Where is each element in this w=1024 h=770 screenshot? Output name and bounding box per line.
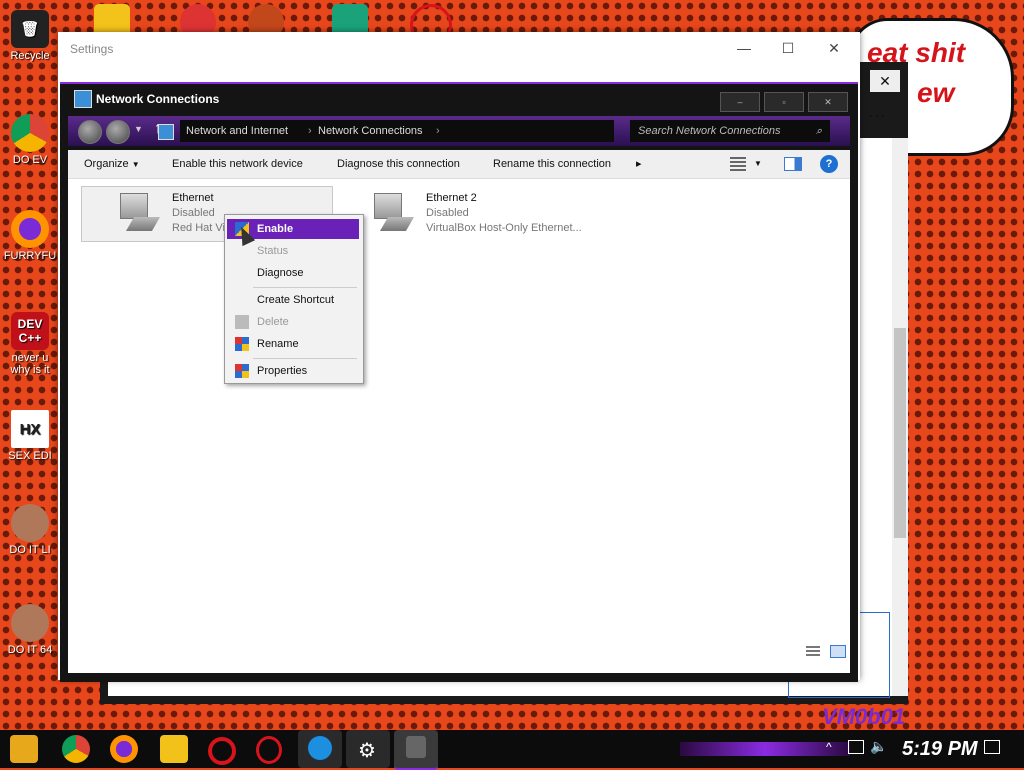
connection-adapter: VirtualBox Host-Only Ethernet...	[426, 222, 582, 234]
recycle-bin-icon: 🗑	[11, 10, 49, 48]
connection-item-ethernet-2[interactable]: Ethernet 2 Disabled VirtualBox Host-Only…	[336, 187, 586, 241]
breadcrumb-item-network-internet[interactable]: Network and Internet	[186, 120, 288, 142]
settings-close-button[interactable]: ✕	[824, 38, 844, 58]
chevron-down-icon: ▼	[131, 160, 140, 169]
settings-taskbar-button[interactable]: ⚙	[346, 730, 390, 768]
minimize-button[interactable]: –	[720, 92, 760, 112]
opera-gx-icon[interactable]	[256, 736, 282, 764]
connection-status: Disabled	[172, 207, 215, 219]
tray-chevron-icon[interactable]: ^	[826, 740, 832, 754]
help-icon[interactable]: ?	[820, 155, 838, 173]
connections-list: Ethernet Disabled Red Hat Vir Ethernet 2…	[68, 179, 850, 673]
settings-gear-icon: ⚙	[358, 740, 376, 762]
connection-adapter: Red Hat Vir	[172, 222, 229, 234]
clock[interactable]: 5:19 PM	[902, 738, 978, 761]
bg-scrollbar-thumb[interactable]	[894, 328, 906, 538]
bg-close-button[interactable]: ✕	[870, 70, 900, 92]
large-icons-view-icon[interactable]	[830, 645, 846, 658]
desktop-icon-firefox[interactable]: FURRYFU	[2, 210, 58, 262]
settings-title: Settings	[70, 42, 114, 56]
file-explorer-icon[interactable]	[160, 735, 188, 763]
menu-separator	[253, 287, 357, 288]
desktop-icon-recycle[interactable]: 🗑 Recycle	[2, 10, 58, 62]
address-bar: ▼ ↑ Network and Internet › Network Conne…	[68, 116, 850, 146]
breadcrumb-expand-icon[interactable]: ›	[436, 120, 440, 142]
enable-device-button[interactable]: Enable this network device	[172, 150, 303, 178]
edge-icon	[308, 736, 332, 760]
menu-item-delete[interactable]: Delete	[227, 312, 359, 332]
settings-minimize-button[interactable]: —	[734, 38, 754, 58]
notifications-icon[interactable]	[984, 740, 1000, 754]
portrait-icon	[11, 504, 49, 542]
connection-name: Ethernet 2	[426, 192, 477, 204]
menu-item-diagnose[interactable]: Diagnose	[227, 263, 359, 283]
menu-item-properties[interactable]: Properties	[227, 361, 359, 381]
chrome-icon	[11, 114, 49, 152]
view-dropdown-icon[interactable]: ▼	[754, 150, 762, 178]
preview-pane-icon[interactable]	[784, 157, 802, 171]
breadcrumb-separator-icon: ›	[308, 125, 312, 137]
connection-status: Disabled	[426, 207, 469, 219]
details-view-icon[interactable]	[806, 646, 820, 656]
network-adapter-icon	[118, 191, 161, 235]
search-input[interactable]: Search Network Connections ⌕	[630, 120, 830, 142]
network-disconnected-icon[interactable]	[848, 740, 864, 754]
more-commands-icon[interactable]: ▸	[636, 150, 642, 178]
shield-icon	[235, 315, 249, 329]
menu-separator	[253, 358, 357, 359]
start-icon[interactable]	[10, 735, 38, 763]
desktop-watermark: VM0b01	[822, 704, 906, 729]
volume-icon[interactable]: 🔈	[870, 738, 887, 755]
desktop-icon-doitli[interactable]: DO IT LI	[2, 504, 58, 556]
portrait-icon	[11, 604, 49, 642]
network-adapter-icon	[372, 191, 415, 235]
opera-icon[interactable]	[208, 737, 236, 765]
desktop-icon-doit64[interactable]: DO IT 64	[2, 604, 58, 656]
network-app-icon	[406, 736, 426, 758]
network-connections-window: Network Connections – ▫ ✕ ▼ ↑ Network an…	[60, 82, 858, 682]
chrome-icon[interactable]	[62, 735, 90, 763]
maximize-button[interactable]: ▫	[764, 92, 804, 112]
bg-scrollbar[interactable]	[892, 138, 908, 696]
firefox-icon	[11, 210, 49, 248]
recent-dropdown-icon[interactable]: ▼	[134, 124, 143, 134]
network-connections-icon	[74, 90, 92, 108]
breadcrumb-folder-icon	[158, 124, 174, 140]
devcpp-icon: DEV C++	[11, 312, 49, 350]
organize-button[interactable]: Organize ▼	[84, 150, 140, 178]
settings-maximize-button[interactable]: ☐	[778, 38, 798, 58]
rename-button[interactable]: Rename this connection	[493, 150, 611, 178]
window-title: Network Connections	[96, 92, 220, 106]
connection-name: Ethernet	[172, 192, 214, 204]
desktop-icon-devcpp[interactable]: DEV C++ never u why is it	[2, 312, 58, 380]
bubble-text-2: ew	[917, 77, 955, 108]
bg-more-button[interactable]: ⋯	[868, 106, 886, 127]
breadcrumb-item-network-connections[interactable]: Network Connections	[318, 120, 423, 142]
network-app-taskbar-button[interactable]	[394, 730, 438, 770]
shield-icon	[235, 364, 249, 378]
view-options-icon[interactable]	[730, 157, 746, 171]
taskbar-purple-stripe	[680, 742, 850, 756]
firefox-icon[interactable]	[110, 735, 138, 763]
search-icon: ⌕	[815, 125, 822, 137]
shield-icon	[235, 337, 249, 351]
search-placeholder: Search Network Connections	[638, 125, 781, 137]
menu-item-create-shortcut[interactable]: Create Shortcut	[227, 290, 359, 310]
hex-editor-icon: HX	[11, 410, 49, 448]
back-button[interactable]	[78, 120, 102, 144]
menu-item-rename[interactable]: Rename	[227, 334, 359, 354]
desktop-icon-hx[interactable]: HX SEX EDI	[2, 410, 58, 462]
diagnose-button[interactable]: Diagnose this connection	[337, 150, 460, 178]
breadcrumb[interactable]: Network and Internet › Network Connectio…	[158, 120, 614, 142]
edge-taskbar-button[interactable]	[298, 730, 342, 768]
command-bar: Organize ▼ Enable this network device Di…	[68, 150, 850, 179]
close-button[interactable]: ✕	[808, 92, 848, 112]
desktop-icon-chrome[interactable]: DO EV	[2, 114, 58, 166]
taskbar: ⚙ ^ 🔈 5:19 PM	[0, 730, 1024, 770]
forward-button[interactable]	[106, 120, 130, 144]
